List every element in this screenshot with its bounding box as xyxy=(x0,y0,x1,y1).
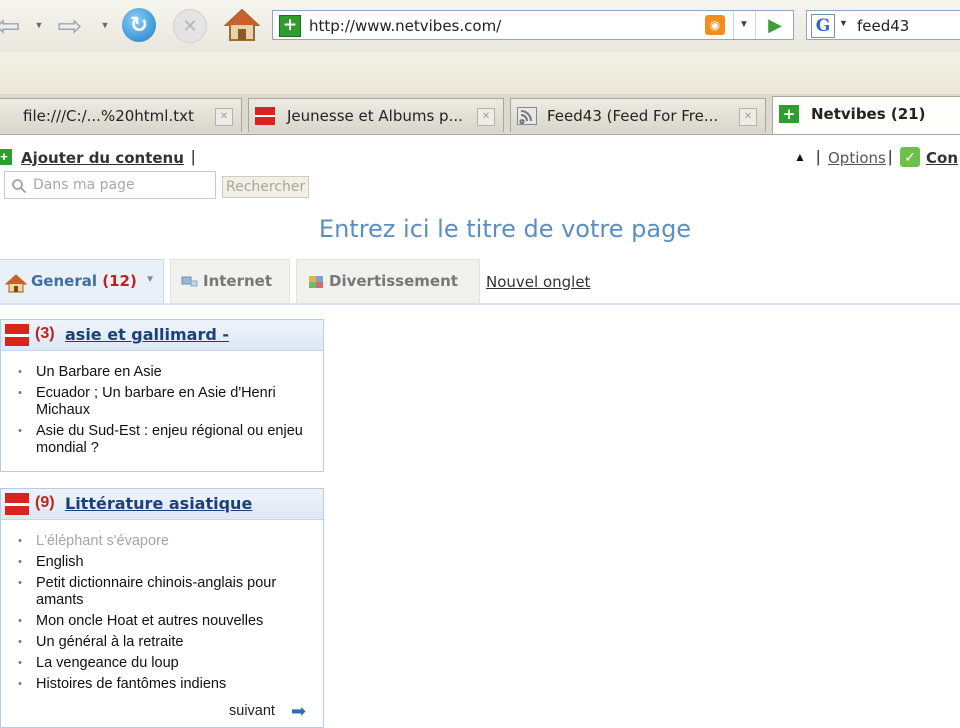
feed-item[interactable]: Un général à la retraite xyxy=(1,634,323,651)
search-query[interactable]: feed43 xyxy=(857,17,909,35)
forward-history-dropdown-icon[interactable]: ▼ xyxy=(100,20,110,30)
tab-internet[interactable]: Internet xyxy=(170,259,290,303)
feed-item[interactable]: Ecuador ; Un barbare en Asie d'Henri Mic… xyxy=(1,385,323,419)
tab-general[interactable]: General (12) ▼ xyxy=(0,259,164,303)
add-content-link[interactable]: Ajouter du contenu xyxy=(21,149,184,167)
feed-item[interactable]: Petit dictionnaire chinois-anglais pour … xyxy=(1,575,323,609)
check-icon: ✓ xyxy=(900,147,920,167)
tab-menu-dropdown-icon[interactable]: ▼ xyxy=(145,274,155,285)
search-button[interactable]: Rechercher xyxy=(222,176,310,198)
separator: | xyxy=(888,147,893,166)
separator: | xyxy=(191,147,196,166)
new-tab-link[interactable]: Nouvel onglet xyxy=(486,273,590,291)
add-content-icon[interactable]: + xyxy=(0,149,12,165)
page-search-box[interactable] xyxy=(4,171,216,199)
browser-tab-label: Netvibes (21) xyxy=(811,105,926,123)
search-icon xyxy=(11,178,27,194)
widget-header[interactable]: (9) Littérature asiatique xyxy=(1,489,323,520)
feed-item[interactable]: Histoires de fantômes indiens xyxy=(1,676,323,693)
page-search-input[interactable] xyxy=(33,176,211,194)
back-arrow-icon[interactable]: ⇦ xyxy=(0,8,26,44)
options-link[interactable]: Options xyxy=(828,149,886,167)
tab-label: Internet xyxy=(203,272,273,290)
browser-tab-file[interactable]: file:///C:/...%20html.txt ✕ xyxy=(0,98,242,132)
tab-label: General xyxy=(31,272,97,290)
browser-tab-netvibes[interactable]: + Netvibes (21) xyxy=(772,96,960,134)
forward-arrow-icon[interactable]: ⇨ xyxy=(52,8,88,44)
google-search-engine-icon[interactable]: G xyxy=(811,14,835,38)
reload-icon[interactable]: ↻ xyxy=(122,8,156,42)
browser-tab-label: Jeunesse et Albums p... xyxy=(287,107,463,125)
feed-widget-asie-gallimard: (3) asie et gallimard - Un Barbare en As… xyxy=(0,319,324,472)
feed-item[interactable]: Mon oncle Hoat et autres nouvelles xyxy=(1,613,323,630)
unread-count-badge: (3) xyxy=(35,325,55,342)
widget-footer: suivant ➡ xyxy=(1,697,323,727)
browser-tab-jeunesse[interactable]: Jeunesse et Albums p... ✕ xyxy=(248,98,504,132)
browser-tab-feed43[interactable]: Feed43 (Feed For Fre... ✕ xyxy=(510,98,766,132)
widget-header[interactable]: (3) asie et gallimard - xyxy=(1,320,323,351)
browser-navigation-toolbar: ⇦ ▼ ⇨ ▼ ↻ ✕ + http://www.netvibes.com/ ◉… xyxy=(0,0,960,53)
next-page-link[interactable]: suivant xyxy=(229,703,275,719)
collapse-header-icon[interactable]: ▲ xyxy=(794,150,806,164)
feed-widget-litterature-asiatique: (9) Littérature asiatique L'éléphant s'é… xyxy=(0,488,324,728)
feed-item[interactable]: Un Barbare en Asie xyxy=(1,364,323,381)
search-engine-dropdown-icon[interactable]: ▼ xyxy=(839,18,848,28)
browser-search-box[interactable]: G ▼ feed43 xyxy=(806,10,960,40)
netvibes-site-icon: + xyxy=(279,15,301,37)
unread-count-badge: (12) xyxy=(102,272,137,290)
page-top-bar: + Ajouter du contenu | ▲ | Options | ✓ C… xyxy=(0,147,960,169)
page-title[interactable]: Entrez ici le titre de votre page xyxy=(0,215,960,243)
stop-icon[interactable]: ✕ xyxy=(173,9,207,43)
red-feed-icon xyxy=(255,107,275,125)
browser-tab-label: file:///C:/...%20html.txt xyxy=(23,107,194,125)
close-tab-icon[interactable]: ✕ xyxy=(215,108,233,126)
url-text[interactable]: http://www.netvibes.com/ xyxy=(309,17,501,35)
tab-label: Divertissement xyxy=(329,272,458,290)
url-history-dropdown-icon[interactable]: ▼ xyxy=(733,11,754,39)
netvibes-page: + Ajouter du contenu | ▲ | Options | ✓ C… xyxy=(0,135,960,728)
feed-item-list: Un Barbare en Asie Ecuador ; Un barbare … xyxy=(1,351,323,471)
rss-icon[interactable]: ◉ xyxy=(705,15,725,35)
home-icon xyxy=(4,273,28,293)
close-tab-icon[interactable]: ✕ xyxy=(739,108,757,126)
rss-icon xyxy=(517,107,537,125)
home-icon[interactable] xyxy=(224,6,260,44)
tab-divertissement[interactable]: Divertissement xyxy=(296,259,480,303)
connexion-link[interactable]: Con xyxy=(926,149,958,167)
bookmarks-toolbar xyxy=(0,52,960,95)
widget-title-link[interactable]: asie et gallimard - xyxy=(65,325,229,344)
feed-item-read[interactable]: L'éléphant s'évapore xyxy=(1,533,323,550)
address-bar[interactable]: + http://www.netvibes.com/ ◉ ▼ ▶ xyxy=(272,10,794,40)
widget-title-link[interactable]: Littérature asiatique xyxy=(65,494,252,513)
red-feed-icon xyxy=(5,493,29,515)
netvibes-tab-bar: General (12) ▼ Internet Divertissement N… xyxy=(0,259,960,305)
back-history-dropdown-icon[interactable]: ▼ xyxy=(34,20,44,30)
feed-item[interactable]: Asie du Sud-Est : enjeu régional ou enje… xyxy=(1,423,323,457)
entertainment-icon xyxy=(307,273,327,291)
browser-tab-strip: file:///C:/...%20html.txt ✕ Jeunesse et … xyxy=(0,94,960,135)
next-arrow-icon[interactable]: ➡ xyxy=(291,701,306,722)
netvibes-icon: + xyxy=(779,105,799,123)
feed-item[interactable]: La vengeance du loup xyxy=(1,655,323,672)
red-feed-icon xyxy=(5,324,29,346)
unread-count-badge: (9) xyxy=(35,494,55,511)
separator: | xyxy=(816,147,821,166)
browser-tab-label: Feed43 (Feed For Fre... xyxy=(547,107,719,125)
go-arrow-icon[interactable]: ▶ xyxy=(755,11,794,39)
internet-icon xyxy=(181,273,201,291)
feed-item[interactable]: English xyxy=(1,554,323,571)
close-tab-icon[interactable]: ✕ xyxy=(477,108,495,126)
feed-item-list: L'éléphant s'évapore English Petit dicti… xyxy=(1,520,323,693)
